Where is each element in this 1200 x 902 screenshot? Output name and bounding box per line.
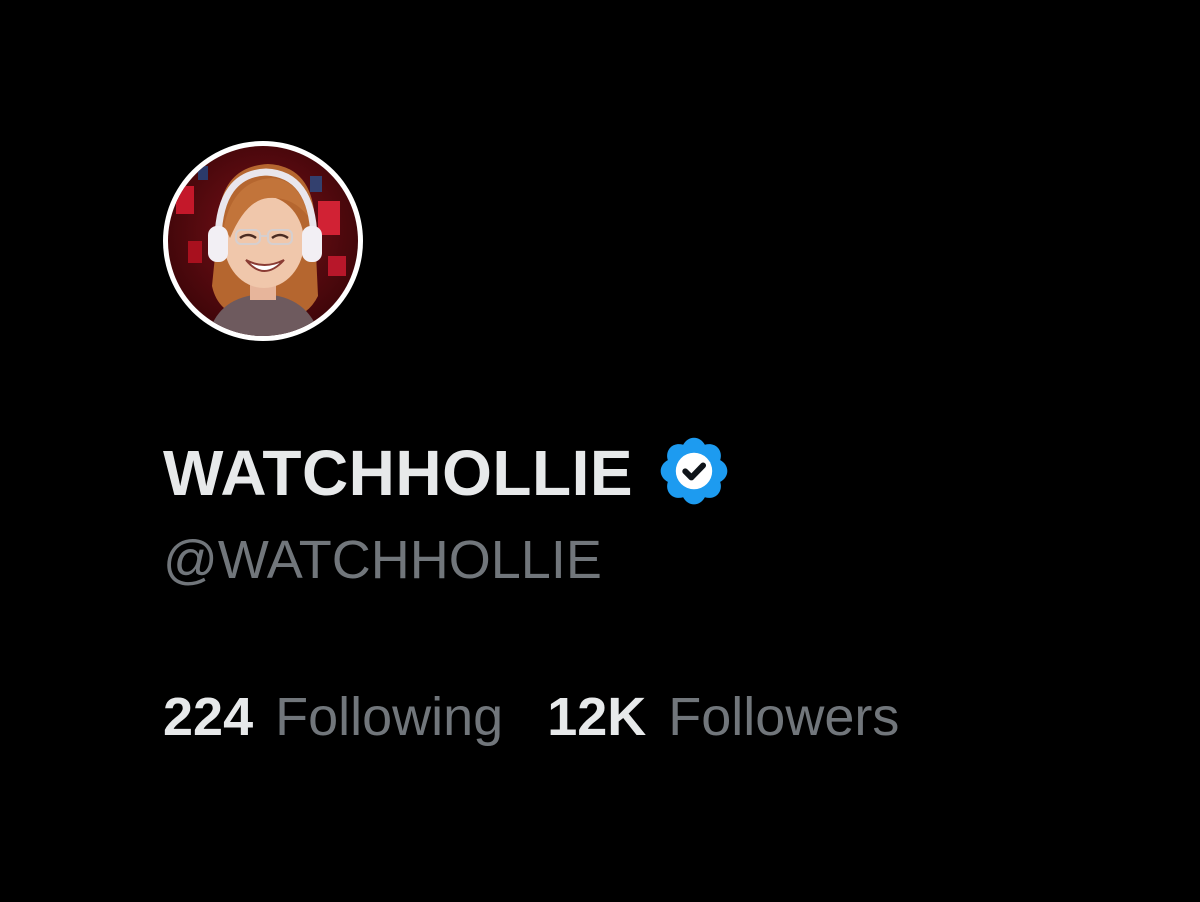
avatar-portrait bbox=[168, 146, 358, 336]
following-count: 224 bbox=[163, 687, 254, 747]
display-name-row: WATCHHOLLIE bbox=[163, 428, 733, 518]
profile-card: WATCHHOLLIE @WATCHHOLLIE 224 Following 1… bbox=[0, 0, 1200, 902]
user-handle: @WATCHHOLLIE bbox=[163, 530, 602, 590]
profile-stats: 224 Following 12K Followers bbox=[163, 690, 899, 744]
display-name: WATCHHOLLIE bbox=[163, 437, 634, 509]
followers-count: 12K bbox=[547, 687, 647, 747]
followers-label: Followers bbox=[668, 687, 900, 747]
following-link[interactable]: 224 Following bbox=[163, 690, 503, 744]
avatar[interactable] bbox=[163, 141, 363, 341]
followers-link[interactable]: 12K Followers bbox=[547, 690, 899, 744]
verified-badge-icon[interactable] bbox=[655, 432, 733, 510]
following-label: Following bbox=[275, 687, 504, 747]
